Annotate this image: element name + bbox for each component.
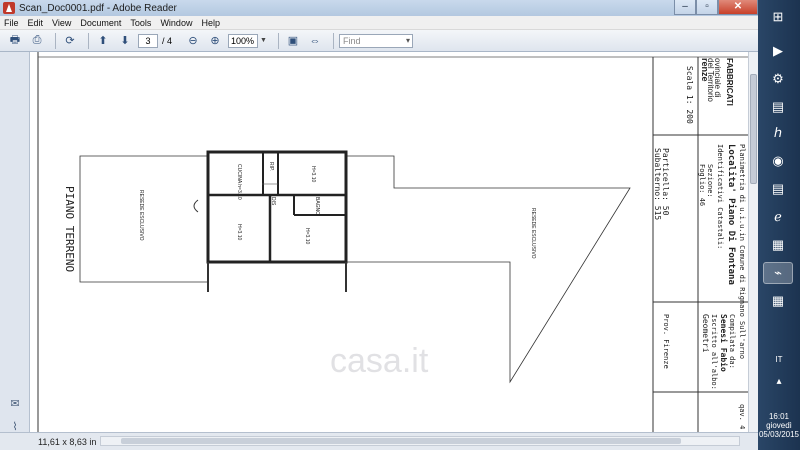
explorer-folder-icon[interactable]: ▤ — [763, 178, 793, 200]
page-size-label: 11,61 x 8,63 in — [38, 436, 97, 447]
casa-it-watermark: casa.it — [330, 342, 429, 380]
tray-arrow-icon[interactable]: ▴ — [758, 376, 800, 387]
albo-label: Geometri — [701, 314, 710, 353]
resede-left-label: RESEDE ESCLUSIVO — [138, 190, 144, 241]
room-dis: DIS — [270, 197, 276, 206]
toolbar-separator — [332, 32, 334, 49]
minimize-button[interactable]: – — [674, 0, 696, 15]
menu-edit[interactable]: Edit — [28, 18, 44, 28]
doc-header-provinciale: ovinciale di — [713, 58, 722, 98]
window-title: Scan_Doc0001.pdf - Adobe Reader — [19, 2, 177, 14]
comment-icon[interactable]: ✉ — [8, 397, 22, 411]
adobe-reader-window: Scan_Doc0001.pdf - Adobe Reader – ▫ ✕ Fi… — [0, 0, 758, 450]
room-camera3: H=3.10 — [304, 228, 310, 245]
app-icon-2[interactable]: ▦ — [763, 290, 793, 312]
room-camera1: H=3.10 — [310, 166, 316, 183]
page-total: / 4 — [162, 35, 173, 46]
hp-icon[interactable]: ℎ — [763, 122, 793, 144]
menu-window[interactable]: Window — [160, 18, 192, 28]
title-bar[interactable]: Scan_Doc0001.pdf - Adobe Reader – ▫ ✕ — [0, 0, 758, 16]
language-indicator[interactable]: IT — [758, 355, 800, 364]
menu-help[interactable]: Help — [201, 18, 220, 28]
particella-label: Particella: 50 — [661, 148, 670, 216]
adobe-reader-icon — [3, 2, 15, 14]
page-number-input[interactable]: 3 — [138, 33, 158, 48]
nome-label: Senesi Fabio — [719, 314, 728, 372]
room-bagno: BAGNO — [314, 197, 320, 216]
iscritto-label: Iscritto all'albo: — [710, 314, 718, 390]
windows-taskbar: ⊞ ▶ ⚙ ▤ ℎ ◉ ▤ ℯ ▦ ⌁ ▦ IT ▴ 16:01 giovedì… — [758, 0, 800, 450]
resede-right-label: RESEDE ESCLUSIVO — [530, 208, 536, 259]
document-view[interactable]: del Territorio FABBRICATI ovinciale di r… — [30, 52, 748, 432]
app-icon[interactable]: ▦ — [763, 234, 793, 256]
toolbar: 🖶 ⎙ ⟳ ⬆ ⬇ 3 / 4 ⊖ ⊕ 100% ▼ ▣ ⇔ Find — [0, 30, 758, 52]
menu-bar: File Edit View Document Tools Window Hel… — [0, 16, 758, 30]
toolbar-separator — [88, 32, 89, 49]
horizontal-scrollbar[interactable] — [100, 436, 740, 446]
clock-time[interactable]: 16:01 — [758, 412, 800, 421]
fit-width-icon[interactable]: ⇔ — [306, 33, 324, 49]
localita-label: Localita' Piano Di Fontana — [726, 144, 736, 285]
prov-label: Prov. Firenze — [662, 314, 670, 369]
zoom-out-icon[interactable]: ⊖ — [184, 33, 202, 49]
toolbar-separator — [277, 32, 279, 49]
room-cucina: CUCINA h=3.10 — [236, 164, 242, 200]
navigation-pane: ✉ ⌇ — [0, 52, 30, 433]
zoom-in-icon[interactable]: ⊕ — [206, 33, 224, 49]
foglio-label: Foglio: 46 — [698, 164, 706, 207]
scale-label: Scala 1: 200 — [685, 66, 694, 124]
next-page-icon[interactable]: ⬇ — [116, 33, 134, 49]
sezione-label: Sezione: — [706, 164, 714, 198]
internet-explorer-icon[interactable]: ℯ — [763, 206, 793, 228]
zoom-input[interactable]: 100% — [228, 33, 259, 48]
media-player-icon[interactable]: ▶ — [763, 40, 793, 62]
find-input[interactable]: Find — [338, 33, 413, 48]
vertical-scrollbar[interactable] — [748, 52, 758, 432]
chrome-icon[interactable]: ◉ — [763, 150, 793, 172]
fit-page-icon[interactable]: ▣ — [284, 33, 302, 49]
subalterno-label: Subalterno: 515 — [653, 148, 662, 221]
piano-terreno-label: PIANO TERRENO — [63, 186, 76, 273]
room-camera2: H=3.10 — [236, 224, 242, 241]
settings-icon[interactable]: ⚙ — [763, 68, 793, 90]
doc-header-firenze: renze — [700, 58, 710, 82]
compilata-label: Compilata da: — [728, 314, 736, 369]
vertical-scroll-thumb[interactable] — [750, 74, 757, 184]
zoom-dropdown-icon[interactable]: ▼ — [260, 37, 267, 44]
menu-file[interactable]: File — [4, 18, 19, 28]
share-icon[interactable]: ⟳ — [61, 33, 79, 49]
adobe-reader-task-icon[interactable]: ⌁ — [763, 262, 793, 284]
qual-label: qav. 4 — [738, 404, 746, 430]
print-icon[interactable]: 🖶 — [6, 33, 24, 49]
clock-date: 05/03/2015 — [758, 430, 800, 439]
horizontal-scroll-thumb[interactable] — [121, 438, 681, 444]
ident-title: Identificativi Catastali: — [716, 144, 724, 250]
previous-page-icon[interactable]: ⬆ — [94, 33, 112, 49]
doc-header-fabbricati: FABBRICATI — [725, 58, 734, 106]
start-orb-icon[interactable]: ⊞ — [763, 6, 793, 28]
toolbar-separator — [55, 32, 56, 49]
folder-icon[interactable]: ▤ — [763, 96, 793, 118]
close-button[interactable]: ✕ — [718, 0, 758, 15]
menu-view[interactable]: View — [52, 18, 71, 28]
planimetria-label: Planimetria di u.i.u.in Comune di Rignan… — [738, 144, 746, 359]
menu-tools[interactable]: Tools — [130, 18, 151, 28]
export-icon[interactable]: ⎙ — [28, 33, 46, 49]
menu-document[interactable]: Document — [80, 18, 121, 28]
room-rip: RIP. — [268, 162, 274, 172]
window-controls: – ▫ ✕ — [674, 0, 758, 15]
clock-day: giovedì — [766, 421, 792, 430]
maximize-button[interactable]: ▫ — [696, 0, 718, 15]
